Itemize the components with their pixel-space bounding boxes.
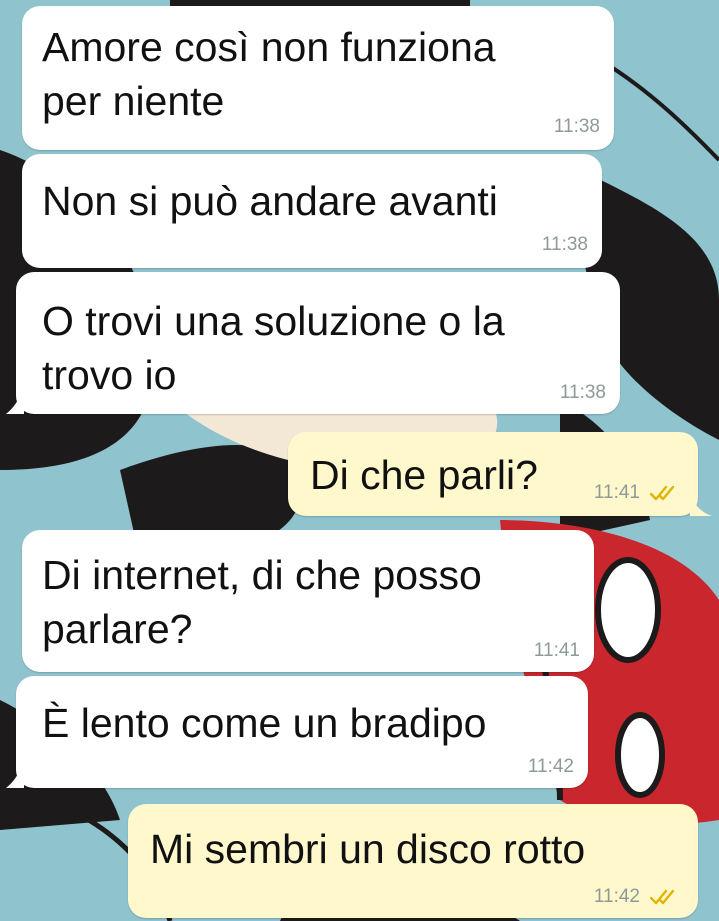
message-timestamp: 11:41 (593, 482, 640, 503)
bubble-tail (690, 494, 712, 516)
message-text: Di internet, di che posso parlare? (42, 552, 482, 652)
message-timestamp: 11:38 (559, 382, 606, 403)
message-timestamp: 11:42 (593, 886, 640, 907)
message-bubble-outgoing[interactable]: Di che parli? 11:41 (288, 432, 698, 516)
message-text: Di che parli? (310, 452, 538, 498)
message-text: È lento come un bradipo (42, 700, 487, 746)
message-bubble-outgoing[interactable]: Mi sembri un disco rotto 11:42 (128, 804, 698, 918)
message-bubble-incoming[interactable]: O trovi una soluzione o la trovo io 11:3… (16, 272, 620, 414)
message-timestamp: 11:42 (527, 756, 574, 777)
message-bubble-incoming[interactable]: Non si può andare avanti 11:38 (22, 154, 602, 268)
message-timestamp: 11:38 (541, 234, 588, 255)
bubble-tail (6, 764, 24, 788)
message-text: O trovi una soluzione o la trovo io (42, 298, 505, 398)
message-text: Mi sembri un disco rotto (150, 826, 586, 872)
message-timestamp: 11:38 (553, 116, 600, 137)
message-bubble-incoming[interactable]: Di internet, di che posso parlare? 11:41 (22, 530, 594, 672)
message-text: Amore così non funziona per niente (42, 24, 496, 124)
message-bubble-incoming[interactable]: È lento come un bradipo 11:42 (16, 676, 588, 788)
message-text: Non si può andare avanti (42, 178, 498, 224)
double-check-icon (650, 889, 675, 905)
bubble-tail (6, 390, 24, 414)
message-timestamp: 11:41 (533, 640, 580, 661)
message-bubble-incoming[interactable]: Amore così non funziona per niente 11:38 (22, 6, 614, 150)
double-check-icon (650, 485, 675, 501)
